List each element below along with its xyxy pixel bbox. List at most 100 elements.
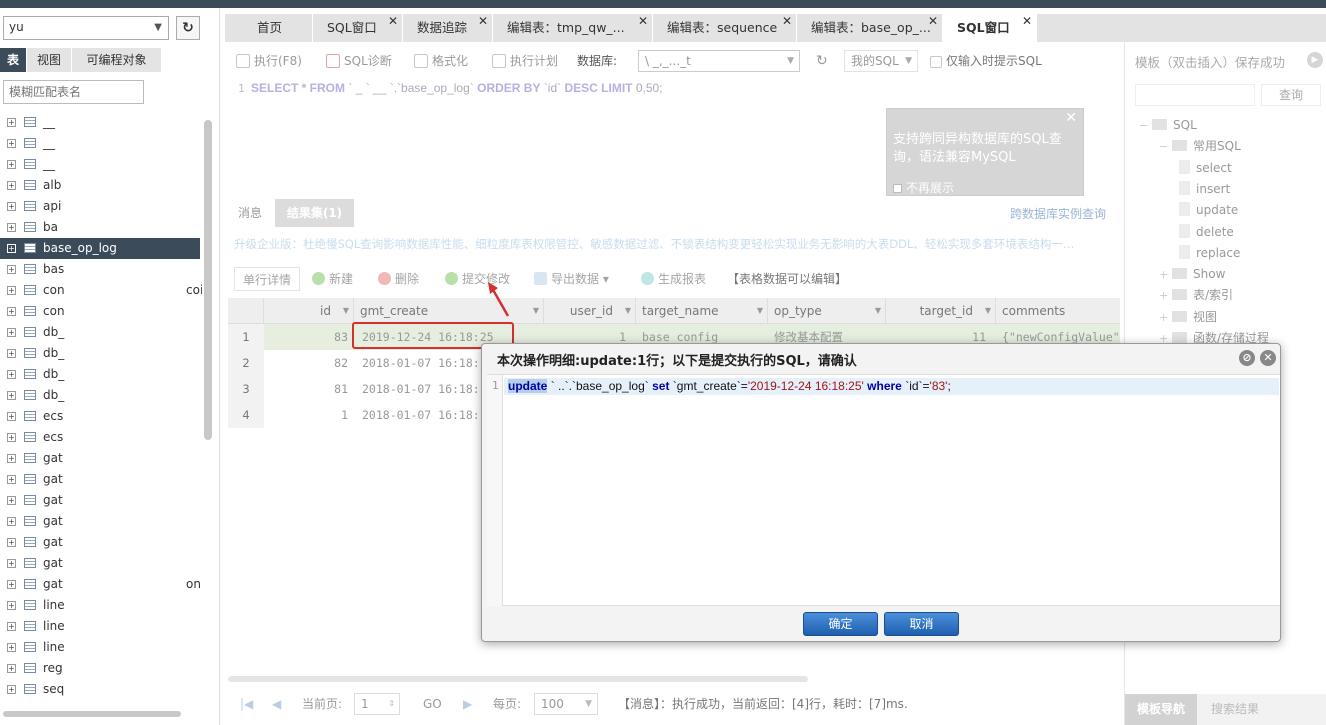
delete-row-button[interactable]: 删除 [378,267,419,291]
table-list-item[interactable]: + con coi [0,280,202,301]
table-list-item[interactable]: + gat [0,553,200,574]
table-list-item[interactable]: + __ [0,112,200,133]
table-list-item[interactable]: + ba [0,217,200,238]
expand-icon[interactable]: + [7,118,16,127]
table-list-item[interactable]: + gat [0,469,200,490]
refresh-db-button[interactable]: ↻ [816,48,828,74]
expand-icon[interactable]: + [1159,286,1168,306]
expand-icon[interactable]: + [7,265,16,274]
prev-page-icon[interactable]: ◀ [272,690,281,718]
template-query-button[interactable]: 查询 [1261,84,1321,106]
template-folder[interactable]: + 表/索引 [1159,285,1233,305]
table-list-item[interactable]: + ecs [0,406,200,427]
table-list-item[interactable]: + ecs [0,427,200,448]
expand-icon[interactable]: + [7,454,16,463]
close-icon[interactable]: ✕ [638,14,648,35]
tab-template-nav[interactable]: 模板导航 [1125,694,1198,725]
row-detail-button[interactable]: 单行详情 [234,267,300,291]
table-list-item[interactable]: + line [0,616,200,637]
expand-icon[interactable]: + [7,160,16,169]
current-page-input[interactable]: 1 ⇕ [354,693,400,715]
close-icon[interactable]: ✕ [928,14,938,35]
grid-horizontal-scrollbar[interactable] [228,676,808,682]
table-list-item[interactable]: + line [0,595,200,616]
enterprise-promo-link[interactable]: 升级企业版：杜绝慢SQL查询影响数据库性能、细粒度库表权限管控、敏感数据过滤、不… [234,236,1109,252]
hint-only-checkbox[interactable]: 仅输入时提示SQL [930,48,1042,74]
my-sql-dropdown[interactable]: 我的SQL ▼ [844,50,918,72]
close-icon[interactable]: ✕ [1260,350,1276,366]
expand-icon[interactable]: + [7,181,16,190]
toolbar-database-select[interactable]: \ _,_..._t ▼ [638,50,800,72]
expand-icon[interactable]: + [7,139,16,148]
expand-icon[interactable]: + [7,601,16,610]
tab-search-results[interactable]: 搜索结果 [1199,694,1271,725]
cancel-button[interactable]: 取消 [884,612,959,636]
format-button[interactable]: 格式化 [414,48,468,74]
collapse-panel-icon[interactable]: ▶ [1307,52,1323,68]
sql-diagnose-button[interactable]: SQL诊断 [326,48,392,74]
main-tab[interactable]: SQL窗口 ✕ [313,14,403,42]
go-button[interactable]: GO [423,690,442,718]
column-header-op-type[interactable]: op_type ▼ [768,298,886,324]
expand-icon[interactable]: + [1159,265,1168,285]
column-header-id[interactable]: id ▼ [264,298,354,324]
table-list-item[interactable]: + seq [0,679,200,700]
table-list-item[interactable]: + db_ [0,343,200,364]
table-list-item[interactable]: + db_ [0,364,200,385]
close-icon[interactable]: ✕ [388,14,398,35]
expand-icon[interactable]: + [7,202,16,211]
expand-icon[interactable]: + [7,307,16,316]
template-folder[interactable]: + Show [1159,264,1225,284]
expand-icon[interactable]: + [7,328,16,337]
per-page-select[interactable]: 100 ▼ [534,693,598,715]
template-item[interactable]: select [1179,158,1232,178]
expand-icon[interactable]: + [7,643,16,652]
template-item[interactable]: update [1179,200,1238,220]
expand-icon[interactable]: + [7,685,16,694]
first-page-icon[interactable]: |◀ [240,690,253,718]
table-list-item[interactable]: + gat [0,448,200,469]
column-header-user-id[interactable]: user_id ▼ [544,298,636,324]
tab-views[interactable]: 视图 [27,48,72,72]
expand-icon[interactable]: + [7,349,16,358]
template-item[interactable]: insert [1179,179,1230,199]
table-list-item[interactable]: + gat [0,490,200,511]
column-header-gmt-create[interactable]: gmt_create ▼ [354,298,544,324]
table-search-input[interactable] [3,80,144,104]
expand-icon[interactable]: + [7,538,16,547]
table-list-item[interactable]: + __ [0,154,200,175]
table-list-item[interactable]: + base_op_log [0,238,200,259]
new-row-button[interactable]: 新建 [312,267,353,291]
close-icon[interactable]: ✕ [478,14,488,35]
expand-icon[interactable]: + [7,244,16,253]
expand-icon[interactable]: + [7,580,16,589]
table-list-item[interactable]: + __ [0,133,200,154]
expand-icon[interactable]: + [7,433,16,442]
cell-id[interactable]: 82 [264,350,348,376]
execute-button[interactable]: 执行(F8) [236,48,302,74]
cell-id[interactable]: 83 [264,324,348,350]
column-header-comments[interactable]: comments [996,298,1120,324]
table-list-item[interactable]: + db_ [0,385,200,406]
main-tab[interactable]: 编辑表：base_op_... ✕ [797,14,943,42]
expand-icon[interactable]: + [7,475,16,484]
cell-id[interactable]: 81 [264,376,348,402]
cell-id[interactable]: 1 [264,402,348,428]
tab-programmable-objects[interactable]: 可编程对象 [72,48,162,72]
refresh-button[interactable]: ↻ [176,16,200,40]
expand-icon[interactable]: + [7,517,16,526]
table-list-item[interactable]: + alb [0,175,200,196]
expand-icon[interactable]: + [7,559,16,568]
template-item[interactable]: replace [1179,243,1240,263]
table-list-item[interactable]: + con [0,301,200,322]
expand-icon[interactable]: + [7,664,16,673]
template-item[interactable]: delete [1179,222,1234,242]
expand-icon[interactable]: + [7,622,16,631]
next-page-icon[interactable]: ▶ [463,690,472,718]
expand-icon[interactable]: + [7,391,16,400]
main-tab[interactable]: 数据追踪 ✕ [403,14,493,42]
table-list-item[interactable]: + gat [0,532,200,553]
close-icon[interactable]: ✕ [1022,14,1032,35]
left-vertical-scrollbar[interactable] [204,120,212,440]
template-folder[interactable]: − 常用SQL [1159,136,1241,156]
